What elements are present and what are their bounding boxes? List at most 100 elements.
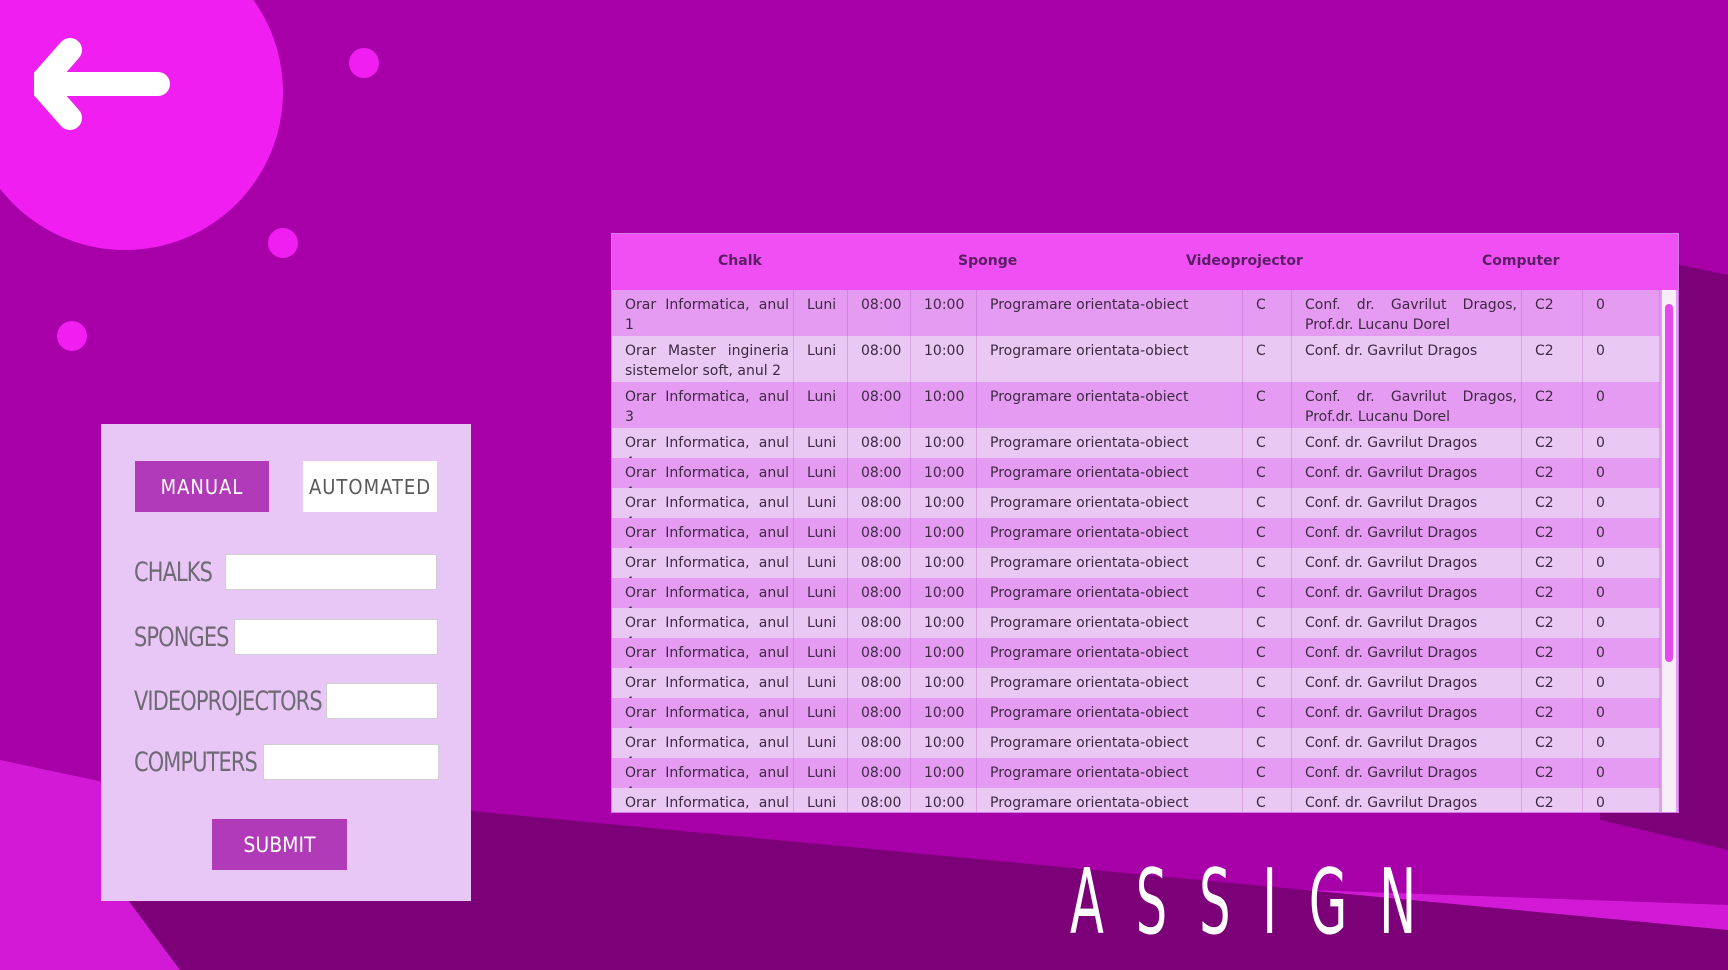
cell-end-time: 10:00: [911, 758, 977, 788]
table-row[interactable]: Orar Informatica, anul 3 Luni 08:00 10:00 Pr…: [612, 382, 1660, 428]
cell-day: Luni: [794, 290, 848, 336]
cell-count: 0: [1583, 638, 1660, 668]
cell-type: C: [1243, 638, 1292, 668]
videoprojectors-input[interactable]: [326, 683, 438, 719]
cell-end-time: 10:00: [911, 382, 977, 428]
table-row[interactable]: Orar Informatica, anul 4Luni08:0010:00Pr…: [612, 548, 1660, 591]
cell-day: Luni: [794, 668, 848, 698]
cell-timetable: Orar Informatica, anul 4: [612, 728, 794, 771]
cell-course: Programare orientata-obiect: [977, 518, 1243, 548]
cell-course: Programare orientata-obiect: [977, 290, 1243, 336]
cell-count: 0: [1583, 290, 1660, 336]
table-row[interactable]: Orar Informatica, anul 4Luni08:0010:00Pr…: [612, 668, 1660, 711]
table-row[interactable]: Orar Informatica, anul 4Luni08:0010:00Pr…: [612, 638, 1660, 681]
cell-room: C2: [1522, 728, 1583, 758]
table-row[interactable]: Orar Master ingineria sistemelor soft, a…: [612, 336, 1660, 382]
cell-end-time: 10:00: [911, 578, 977, 608]
cell-start-time: 08:00: [848, 290, 911, 336]
cell-start-time: 08:00: [848, 638, 911, 668]
cell-type: C: [1243, 458, 1292, 488]
cell-start-time: 08:00: [848, 382, 911, 428]
header-videoprojector[interactable]: Videoprojector: [1186, 253, 1303, 269]
cell-day: Luni: [794, 488, 848, 518]
cell-course: Programare orientata-obiect: [977, 758, 1243, 788]
table-row[interactable]: Orar Informatica, anul 4Luni08:0010:00Pr…: [612, 698, 1660, 741]
cell-timetable: Orar Informatica, anul 1: [612, 290, 794, 336]
cell-count: 0: [1583, 698, 1660, 728]
cell-count: 0: [1583, 608, 1660, 638]
cell-day: Luni: [794, 788, 848, 812]
table-row[interactable]: Orar Informatica, anul 4Luni08:0010:00Pr…: [612, 428, 1660, 471]
cell-day: Luni: [794, 382, 848, 428]
cell-end-time: 10:00: [911, 788, 977, 812]
cell-type: C: [1243, 728, 1292, 758]
cell-type: C: [1243, 382, 1292, 428]
cell-start-time: 08:00: [848, 698, 911, 728]
scrollbar-thumb[interactable]: [1665, 304, 1673, 662]
table-header: Chalk Sponge Videoprojector Computer: [612, 234, 1678, 290]
table-row[interactable]: Orar Informatica, anul 4Luni08:0010:00Pr…: [612, 788, 1660, 812]
cell-count: 0: [1583, 668, 1660, 698]
cell-end-time: 10:00: [911, 698, 977, 728]
cell-type: C: [1243, 548, 1292, 578]
cell-start-time: 08:00: [848, 428, 911, 458]
cell-teacher: Conf. dr. Gavrilut Dragos: [1292, 758, 1522, 788]
header-computer[interactable]: Computer: [1482, 253, 1560, 269]
table-row[interactable]: Orar Informatica, anul 4Luni08:0010:00Pr…: [612, 758, 1660, 801]
cell-count: 0: [1583, 428, 1660, 458]
cell-end-time: 10:00: [911, 488, 977, 518]
header-sponge[interactable]: Sponge: [958, 253, 1017, 269]
sponges-input[interactable]: [234, 619, 438, 655]
cell-course: Programare orientata-obiect: [977, 548, 1243, 578]
cell-type: C: [1243, 698, 1292, 728]
cell-count: 0: [1583, 548, 1660, 578]
cell-teacher: Conf. dr. Gavrilut Dragos: [1292, 458, 1522, 488]
arrow-left-icon[interactable]: [34, 38, 174, 134]
cell-end-time: 10:00: [911, 728, 977, 758]
cell-room: C2: [1522, 608, 1583, 638]
table-row[interactable]: Orar Informatica, anul 4Luni08:0010:00Pr…: [612, 458, 1660, 501]
cell-room: C2: [1522, 488, 1583, 518]
vertical-scrollbar[interactable]: [1662, 290, 1676, 812]
computers-input[interactable]: [263, 744, 439, 780]
cell-course: Programare orientata-obiect: [977, 336, 1243, 382]
cell-course: Programare orientata-obiect: [977, 698, 1243, 728]
cell-timetable: Orar Informatica, anul 4: [612, 428, 794, 471]
chalks-label: CHALKS: [134, 557, 213, 588]
cell-count: 0: [1583, 758, 1660, 788]
decor-dot: [57, 321, 87, 351]
cell-course: Programare orientata-obiect: [977, 668, 1243, 698]
cell-teacher: Conf. dr. Gavrilut Dragos: [1292, 728, 1522, 758]
cell-day: Luni: [794, 578, 848, 608]
cell-course: Programare orientata-obiect: [977, 608, 1243, 638]
table-row[interactable]: Orar Informatica, anul 4Luni08:0010:00Pr…: [612, 608, 1660, 651]
cell-teacher: Conf. dr. Gavrilut Dragos, Prof.dr. Luca…: [1292, 382, 1522, 428]
cell-start-time: 08:00: [848, 668, 911, 698]
cell-day: Luni: [794, 698, 848, 728]
cell-timetable: Orar Informatica, anul 4: [612, 608, 794, 651]
table-row[interactable]: Orar Informatica, anul 4Luni08:0010:00Pr…: [612, 728, 1660, 771]
cell-teacher: Conf. dr. Gavrilut Dragos: [1292, 578, 1522, 608]
table-row[interactable]: Orar Informatica, anul 4Luni08:0010:00Pr…: [612, 488, 1660, 531]
automated-button[interactable]: AUTOMATED: [303, 461, 437, 512]
cell-end-time: 10:00: [911, 428, 977, 458]
cell-type: C: [1243, 428, 1292, 458]
cell-type: C: [1243, 518, 1292, 548]
table-row[interactable]: Orar Informatica, anul 4Luni08:0010:00Pr…: [612, 578, 1660, 621]
chalks-input[interactable]: [225, 554, 437, 590]
header-chalk[interactable]: Chalk: [718, 253, 762, 269]
cell-room: C2: [1522, 518, 1583, 548]
submit-button[interactable]: SUBMIT: [212, 819, 347, 870]
table-row[interactable]: Orar Informatica, anul 4Luni08:0010:00Pr…: [612, 518, 1660, 561]
cell-count: 0: [1583, 336, 1660, 382]
cell-teacher: Conf. dr. Gavrilut Dragos: [1292, 788, 1522, 812]
table-row[interactable]: Orar Informatica, anul 1 Luni 08:00 10:00 Pr…: [612, 290, 1660, 336]
cell-day: Luni: [794, 728, 848, 758]
cell-day: Luni: [794, 336, 848, 382]
cell-teacher: Conf. dr. Gavrilut Dragos: [1292, 638, 1522, 668]
cell-room: C2: [1522, 290, 1583, 336]
computers-label: COMPUTERS: [134, 747, 258, 778]
manual-button[interactable]: MANUAL: [135, 461, 269, 512]
cell-count: 0: [1583, 458, 1660, 488]
cell-teacher: Conf. dr. Gavrilut Dragos: [1292, 698, 1522, 728]
